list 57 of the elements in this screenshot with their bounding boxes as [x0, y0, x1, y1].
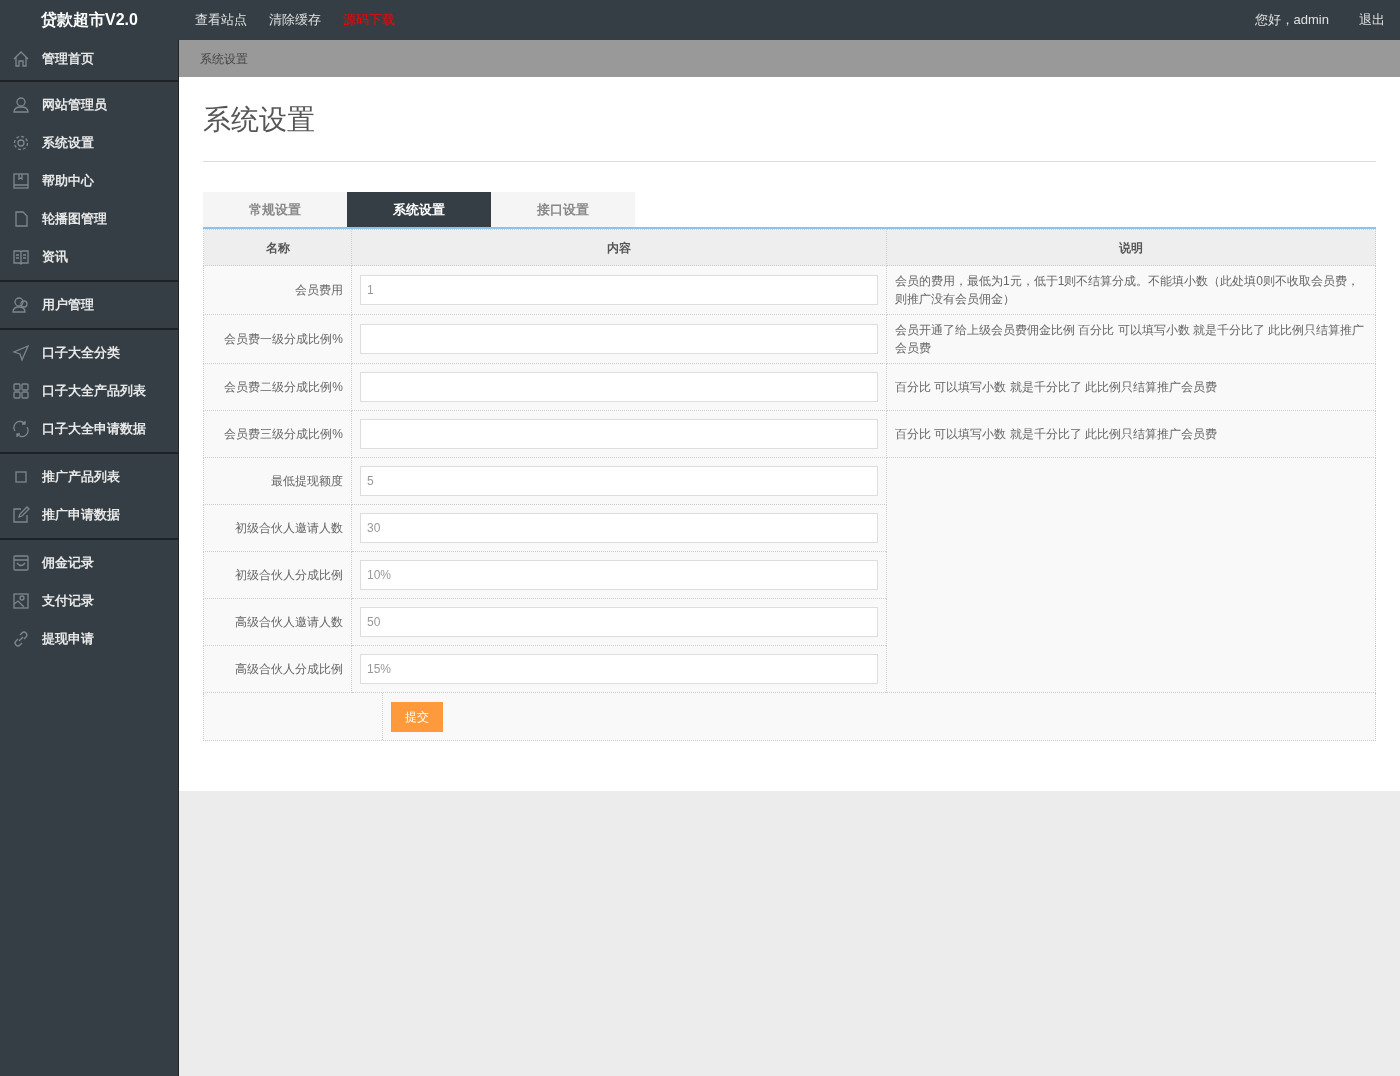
sidebar-item[interactable]: 系统设置	[0, 124, 178, 162]
field-note: 百分比 可以填写小数 就是千分比了 此比例只结算推广会员费	[886, 363, 1376, 411]
picture-icon	[12, 592, 30, 610]
sidebar-item[interactable]: 用户管理	[0, 286, 178, 324]
sidebar-item[interactable]: 口子大全申请数据	[0, 410, 178, 448]
nav-link[interactable]: 清除缓存	[269, 10, 321, 30]
field-label: 会员费一级分成比例%	[203, 314, 352, 364]
column-header: 内容	[351, 229, 887, 266]
sidebar-item[interactable]: 帮助中心	[0, 162, 178, 200]
field-label: 初级合伙人分成比例	[203, 551, 352, 599]
breadcrumb-text: 系统设置	[200, 50, 248, 68]
page-title: 系统设置	[203, 77, 1376, 162]
document-icon	[12, 210, 30, 228]
greeting-text: 您好，admin	[1254, 11, 1329, 30]
sidebar-item[interactable]: 口子大全产品列表	[0, 372, 178, 410]
nav-link[interactable]: 查看站点	[195, 10, 247, 30]
field-note: 会员的费用，最低为1元，低于1则不结算分成。不能填小数（此处填0则不收取会员费，则推广没有会员佣金）	[886, 265, 1376, 315]
column-header: 说明	[886, 229, 1376, 266]
logout-link[interactable]: 退出	[1359, 10, 1385, 30]
refresh-icon	[12, 420, 30, 438]
field-note: 会员开通了给上级会员费佣金比例 百分比 可以填写小数 就是千分比了 此比例只结算推广会员费	[886, 314, 1376, 364]
field-label: 初级合伙人邀请人数	[203, 504, 352, 552]
home-icon	[12, 50, 30, 68]
field-label: 最低提现额度	[203, 457, 352, 505]
input-field[interactable]	[360, 372, 878, 402]
sidebar-item[interactable]: 资讯	[0, 238, 178, 276]
edit-icon	[12, 506, 30, 524]
field-label: 会员费二级分成比例%	[203, 363, 352, 411]
user-icon	[12, 96, 30, 114]
book-icon	[12, 172, 30, 190]
grid-icon	[12, 382, 30, 400]
sidebar-item[interactable]: 轮播图管理	[0, 200, 178, 238]
field-label: 会员费用	[203, 265, 352, 315]
field-note: 百分比 可以填写小数 就是千分比了 此比例只结算推广会员费	[886, 410, 1376, 458]
link-icon	[12, 630, 30, 648]
input-field[interactable]	[360, 419, 878, 449]
sidebar-item[interactable]: 口子大全分类	[0, 334, 178, 372]
sidebar-item[interactable]: 推广产品列表	[0, 458, 178, 496]
sidebar-item[interactable]: 推广申请数据	[0, 496, 178, 534]
brand-title: 贷款超市V2.0	[41, 10, 138, 31]
field-label: 高级合伙人邀请人数	[203, 598, 352, 646]
square-icon	[12, 468, 30, 486]
tray-icon	[12, 554, 30, 572]
sidebar-item[interactable]: 佣金记录	[0, 544, 178, 582]
field-label: 会员费三级分成比例%	[203, 410, 352, 458]
sidebar-item[interactable]: 管理首页	[0, 40, 178, 78]
users-icon	[12, 296, 30, 314]
sidebar-item[interactable]: 网站管理员	[0, 86, 178, 124]
tab[interactable]: 系统设置	[347, 192, 491, 227]
sidebar-item[interactable]: 支付记录	[0, 582, 178, 620]
sidebar-item[interactable]: 提现申请	[0, 620, 178, 658]
field-label: 高级合伙人分成比例	[203, 645, 352, 693]
send-icon	[12, 344, 30, 362]
settings-icon	[12, 134, 30, 152]
column-header: 名称	[203, 229, 352, 266]
open-book-icon	[12, 248, 30, 266]
input-field[interactable]	[360, 324, 878, 354]
